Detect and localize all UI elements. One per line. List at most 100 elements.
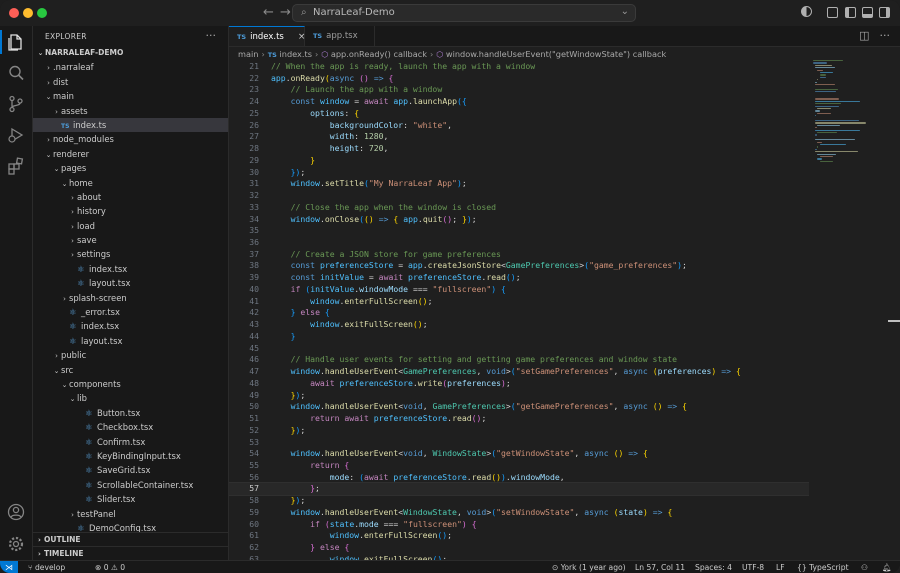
more-actions-icon[interactable]: ··· (206, 29, 217, 42)
tree-folder[interactable]: › settings (33, 247, 228, 261)
notifications-bell-icon[interactable]: 🔔︎ (882, 561, 892, 573)
tree-file[interactable]: ⚛ layout.tsx (33, 276, 228, 290)
cursor-position[interactable]: Ln 57, Col 11 (635, 561, 685, 573)
code-line[interactable]: 40 if (initValue.windowMode === "fullscr… (229, 284, 809, 296)
code-line[interactable]: 47 window.handleUserEvent<GamePreference… (229, 366, 809, 378)
toggle-sidebar-icon[interactable] (845, 7, 856, 18)
tree-file[interactable]: ⚛ ScrollableContainer.tsx (33, 478, 228, 492)
code-line[interactable]: 48 await preferenceStore.write(preferenc… (229, 378, 809, 390)
code-line[interactable]: 55 return { (229, 460, 809, 472)
tree-file[interactable]: ⚛ _error.tsx (33, 305, 228, 319)
tree-folder[interactable]: › assets (33, 104, 228, 118)
toggle-panel-icon[interactable] (862, 7, 873, 18)
tree-file[interactable]: ⚛ SaveGrid.tsx (33, 463, 228, 477)
code-line[interactable]: 39 const initValue = await preferenceSto… (229, 272, 809, 284)
code-line[interactable]: 41 window.enterFullScreen(); (229, 296, 809, 308)
tab-app-tsx[interactable]: TS app.tsx (305, 26, 375, 46)
tree-folder[interactable]: ⌄ renderer (33, 147, 228, 161)
tree-folder[interactable]: › public (33, 348, 228, 362)
tree-folder[interactable]: › .narraleaf (33, 60, 228, 74)
code-line[interactable]: 50 window.handleUserEvent<void, GamePref… (229, 401, 809, 413)
git-blame-status[interactable]: ⊙ York (1 year ago) (552, 561, 626, 573)
code-line[interactable]: 24 const window = await app.launchApp({ (229, 96, 809, 108)
code-line[interactable]: 60 if (state.mode === "fullscreen") { (229, 519, 809, 531)
explorer-icon[interactable] (0, 30, 25, 54)
code-line[interactable]: 57 }; (229, 482, 809, 497)
toggle-secondary-sidebar-icon[interactable] (879, 7, 890, 18)
tree-file[interactable]: ⚛ Confirm.tsx (33, 435, 228, 449)
tree-folder[interactable]: › save (33, 233, 228, 247)
explorer-root-folder[interactable]: ⌄ NARRALEAF-DEMO (33, 46, 228, 60)
code-line[interactable]: 44 } (229, 331, 809, 343)
code-line[interactable]: 61 window.enterFullScreen(); (229, 530, 809, 542)
code-line[interactable]: 53 (229, 437, 809, 449)
tree-folder[interactable]: ⌄ src (33, 363, 228, 377)
code-line[interactable]: 29 } (229, 155, 809, 167)
breadcrumb-folder[interactable]: main (238, 49, 258, 59)
chevron-down-icon[interactable]: ⌄ (621, 6, 629, 17)
split-editor-icon[interactable]: ◫ (859, 29, 869, 42)
code-line[interactable]: 62 } else { (229, 542, 809, 554)
code-line[interactable]: 58 }); (229, 495, 809, 507)
code-line[interactable]: 35 (229, 225, 809, 237)
search-icon[interactable] (7, 64, 25, 82)
tree-folder[interactable]: ⌄ pages (33, 161, 228, 175)
tree-file[interactable]: TS index.ts (33, 117, 228, 133)
code-line[interactable]: 59 window.handleUserEvent<WindowState, v… (229, 507, 809, 519)
breadcrumb-file[interactable]: index.ts (279, 49, 311, 59)
code-line[interactable]: 46 // Handle user events for setting and… (229, 354, 809, 366)
tree-file[interactable]: ⚛ Slider.tsx (33, 492, 228, 506)
tree-file[interactable]: ⚛ Checkbox.tsx (33, 420, 228, 434)
tree-folder[interactable]: › load (33, 219, 228, 233)
tree-folder[interactable]: ⌄ lib (33, 391, 228, 405)
code-line[interactable]: 31 window.setTitle("My NarraLeaf App"); (229, 178, 809, 190)
tree-file[interactable]: ⚛ index.tsx (33, 319, 228, 333)
code-line[interactable]: 21 // When the app is ready, launch the a… (229, 61, 809, 73)
zoom-window-button[interactable] (37, 8, 47, 18)
code-line[interactable]: 26 backgroundColor: "white", (229, 120, 809, 132)
back-arrow-icon[interactable]: ← (263, 5, 274, 20)
code-line[interactable]: 37 // Create a JSON store for game prefe… (229, 249, 809, 261)
minimap[interactable] (813, 60, 883, 180)
remote-indicator-icon[interactable]: ⋊ (0, 561, 18, 573)
code-line[interactable]: 54 window.handleUserEvent<void, WindowSt… (229, 448, 809, 460)
code-line[interactable]: 45 (229, 343, 809, 355)
timeline-section[interactable]: › TIMELINE (33, 546, 228, 560)
code-line[interactable]: 36 (229, 237, 809, 249)
tree-file[interactable]: ⚛ KeyBindingInput.tsx (33, 449, 228, 463)
code-line[interactable]: 42 } else { (229, 307, 809, 319)
vertical-scrollbar[interactable] (888, 60, 900, 560)
copilot-status-icon[interactable]: ⚇ (861, 561, 868, 573)
tree-file[interactable]: ⚛ index.tsx (33, 262, 228, 276)
breadcrumb-symbol[interactable]: window.handleUserEvent("getWindowState")… (446, 49, 666, 59)
code-line[interactable]: 52 }); (229, 425, 809, 437)
run-debug-icon[interactable] (7, 126, 25, 144)
tree-folder[interactable]: ⌄ home (33, 176, 228, 190)
forward-arrow-icon[interactable]: → (280, 5, 291, 20)
indentation-status[interactable]: Spaces: 4 (695, 561, 732, 573)
tab-index-ts[interactable]: TS index.ts × (229, 26, 305, 46)
code-line[interactable]: 34 window.onClose(() => { app.quit(); })… (229, 214, 809, 226)
language-status[interactable]: {} TypeScript (797, 561, 849, 573)
account-icon[interactable] (7, 503, 25, 521)
code-line[interactable]: 25 options: { (229, 108, 809, 120)
customize-layout-icon[interactable] (827, 7, 838, 18)
code-line[interactable]: 27 width: 1280, (229, 131, 809, 143)
encoding-status[interactable]: UTF-8 (742, 561, 764, 573)
extensions-icon[interactable] (7, 157, 25, 175)
minimize-window-button[interactable] (23, 8, 33, 18)
code-line[interactable]: 22 app.onReady(async () => { (229, 73, 809, 85)
code-line[interactable]: 43 window.exitFullScreen(); (229, 319, 809, 331)
tree-folder[interactable]: › splash-screen (33, 291, 228, 305)
tree-folder[interactable]: ⌄ components (33, 377, 228, 391)
code-line[interactable]: 51 return await preferenceStore.read(); (229, 413, 809, 425)
tree-file[interactable]: ⚛ Button.tsx (33, 406, 228, 420)
eol-status[interactable]: LF (776, 561, 785, 573)
tree-folder[interactable]: › about (33, 190, 228, 204)
code-editor[interactable]: 21 // When the app is ready, launch the a… (229, 61, 809, 560)
command-center[interactable]: ⌕ NarraLeaf-Demo ⌄ (292, 4, 636, 22)
code-line[interactable]: 38 const preferenceStore = app.createJso… (229, 260, 809, 272)
problems-status[interactable]: ⊗ 0 ⚠ 0 (95, 561, 125, 573)
branch-status[interactable]: ⑂ develop (28, 561, 65, 573)
code-line[interactable]: 23 // Launch the app with a window (229, 84, 809, 96)
